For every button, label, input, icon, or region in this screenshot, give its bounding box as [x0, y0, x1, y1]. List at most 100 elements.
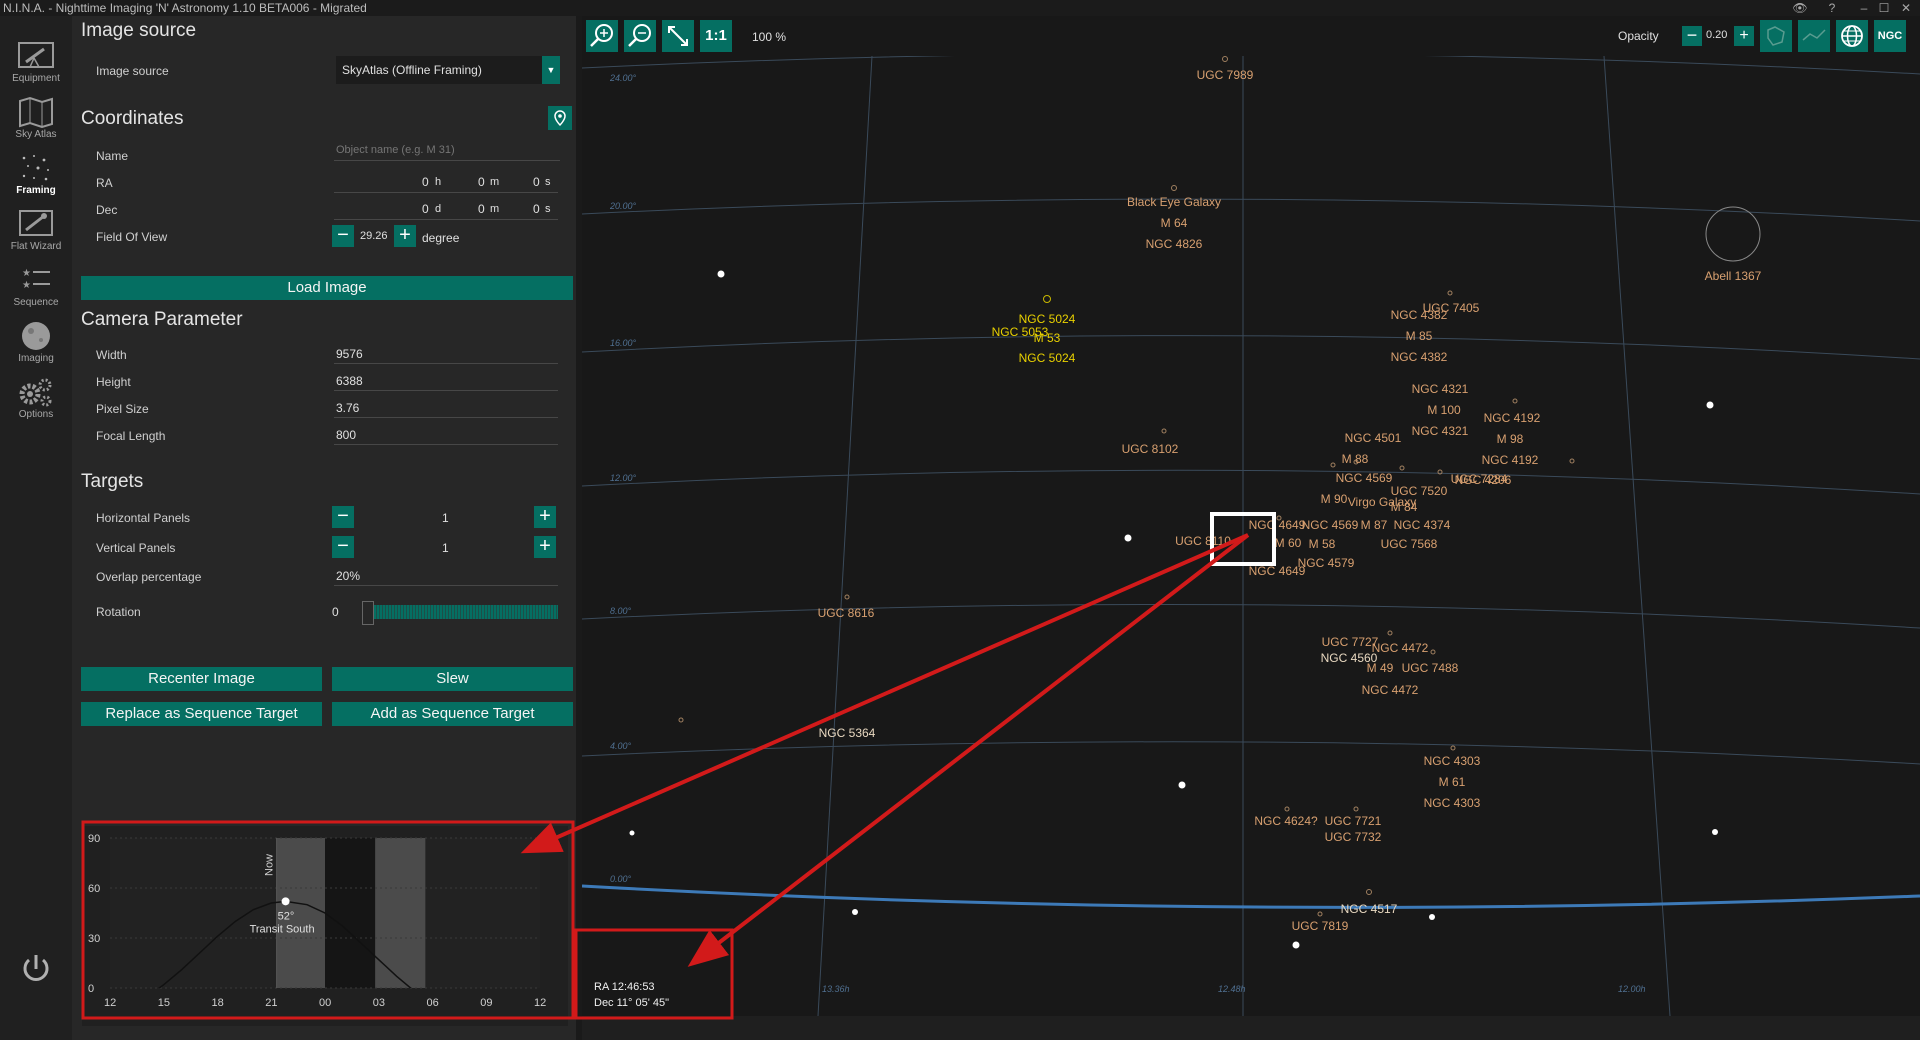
object-label[interactable]: UGC 7727: [1322, 635, 1379, 649]
object-label[interactable]: NGC 5364: [819, 726, 876, 740]
vpanels-increase-button[interactable]: +: [534, 536, 556, 558]
ra-hours-input[interactable]: 0: [422, 175, 429, 189]
object-label[interactable]: UGC 7732: [1325, 830, 1382, 844]
object-label[interactable]: NGC 4206: [1455, 473, 1512, 487]
object-label[interactable]: NGC 5024: [1019, 351, 1076, 365]
hpanels-increase-button[interactable]: +: [534, 506, 556, 528]
object-label[interactable]: M 100: [1427, 403, 1461, 417]
dec-seconds-input[interactable]: 0: [533, 202, 540, 216]
add-sequence-target-button[interactable]: Add as Sequence Target: [332, 702, 573, 726]
nav-imaging[interactable]: Imaging: [0, 314, 72, 370]
power-button[interactable]: [18, 951, 54, 987]
object-label[interactable]: M 49: [1367, 661, 1394, 675]
object-label[interactable]: NGC 4569: [1336, 471, 1393, 485]
opacity-decrease-button[interactable]: −: [1682, 26, 1702, 46]
constellation-lines-toggle[interactable]: [1798, 20, 1830, 52]
ngc-toggle[interactable]: NGC: [1874, 20, 1906, 52]
constellation-boundaries-toggle[interactable]: [1760, 20, 1792, 52]
ra-minutes-input[interactable]: 0: [478, 175, 485, 189]
dec-degrees-input[interactable]: 0: [422, 202, 429, 216]
rotation-value[interactable]: 0: [332, 605, 339, 619]
object-label[interactable]: M 98: [1497, 432, 1524, 446]
close-button[interactable]: ✕: [1894, 0, 1918, 16]
grid-toggle[interactable]: [1836, 20, 1868, 52]
object-label[interactable]: Abell 1367: [1705, 269, 1762, 283]
object-label[interactable]: M 60: [1275, 536, 1302, 550]
width-input[interactable]: 9576: [336, 347, 363, 361]
object-label[interactable]: UGC 8110: [1175, 534, 1231, 548]
object-label[interactable]: NGC 4826: [1146, 237, 1203, 251]
object-label[interactable]: M 85: [1406, 329, 1433, 343]
object-label[interactable]: NGC 4624?: [1254, 814, 1318, 828]
object-label[interactable]: NGC 4472: [1362, 683, 1419, 697]
object-label[interactable]: UGC 7568: [1381, 537, 1438, 551]
object-label[interactable]: NGC 4192: [1484, 411, 1541, 425]
fit-to-screen-button[interactable]: [662, 20, 694, 52]
hpanels-value[interactable]: 1: [442, 511, 449, 525]
slew-button[interactable]: Slew: [332, 667, 573, 691]
object-label[interactable]: M 58: [1309, 537, 1336, 551]
object-label[interactable]: NGC 4374: [1394, 518, 1451, 532]
help-icon[interactable]: ?: [1820, 0, 1844, 16]
object-label[interactable]: NGC 4303: [1424, 796, 1481, 810]
nav-options[interactable]: Options: [0, 370, 72, 426]
pixel-size-input[interactable]: 3.76: [336, 401, 359, 415]
focal-length-input[interactable]: 800: [336, 428, 356, 442]
rotation-slider-thumb[interactable]: [362, 601, 374, 625]
recenter-image-button[interactable]: Recenter Image: [81, 667, 322, 691]
object-label[interactable]: NGC 4192: [1482, 453, 1539, 467]
object-label[interactable]: Black Eye Galaxy: [1127, 195, 1221, 209]
object-name-input[interactable]: [334, 140, 560, 161]
rotation-slider[interactable]: [362, 601, 558, 625]
ra-seconds-input[interactable]: 0: [533, 175, 540, 189]
fov-decrease-button[interactable]: −: [332, 225, 354, 247]
object-label[interactable]: UGC 7488: [1402, 661, 1459, 675]
object-label[interactable]: M 87: [1361, 518, 1388, 532]
nav-flat-wizard[interactable]: Flat Wizard: [0, 202, 72, 258]
object-label[interactable]: NGC 4501: [1345, 431, 1402, 445]
nav-framing[interactable]: Framing: [0, 146, 72, 202]
vpanels-value[interactable]: 1: [442, 541, 449, 555]
sky-map[interactable]: 24.00° 20.00° 16.00° 12.00° 8.00° 4.00° 0.00° …: [581, 16, 1920, 1017]
replace-sequence-target-button[interactable]: Replace as Sequence Target: [81, 702, 322, 726]
object-label[interactable]: NGC 4321: [1412, 424, 1469, 438]
object-label[interactable]: NGC 4649: [1249, 518, 1306, 532]
object-label[interactable]: M 61: [1439, 775, 1466, 789]
opacity-increase-button[interactable]: +: [1734, 26, 1754, 46]
overlap-input[interactable]: 20%: [336, 569, 360, 583]
nav-sequence[interactable]: ★ ★ Sequence: [0, 258, 72, 314]
object-label[interactable]: UGC 7721: [1325, 814, 1382, 828]
object-label[interactable]: M 84: [1391, 500, 1418, 514]
object-label[interactable]: NGC 4569: [1302, 518, 1359, 532]
load-image-button[interactable]: Load Image: [81, 276, 573, 300]
nav-sky-atlas[interactable]: Sky Atlas: [0, 90, 72, 146]
opacity-value[interactable]: 0.20: [1706, 29, 1727, 41]
object-label[interactable]: UGC 7819: [1292, 919, 1349, 933]
object-label[interactable]: NGC 4321: [1412, 382, 1469, 396]
object-label[interactable]: M 88: [1342, 452, 1369, 466]
zoom-out-button[interactable]: [624, 20, 656, 52]
fov-value[interactable]: 29.26: [360, 230, 388, 242]
object-label[interactable]: UGC 8102: [1122, 442, 1179, 456]
fov-increase-button[interactable]: +: [394, 225, 416, 247]
object-label[interactable]: NGC 4382: [1391, 308, 1448, 322]
eye-icon[interactable]: 👁: [1788, 0, 1812, 16]
object-label[interactable]: UGC 8616: [818, 606, 875, 620]
object-label[interactable]: NGC 4649: [1249, 564, 1306, 578]
object-label[interactable]: NGC 4472: [1372, 641, 1429, 655]
sky-map-canvas[interactable]: 24.00°20.00°16.00°12.00°8.00°4.00°0.00° …: [581, 16, 1920, 1017]
image-source-select[interactable]: SkyAtlas (Offline Framing) ▼: [336, 56, 560, 84]
object-label[interactable]: M 53: [1034, 331, 1061, 345]
object-label[interactable]: NGC 4382: [1391, 350, 1448, 364]
chevron-down-icon[interactable]: ▼: [542, 56, 560, 84]
object-label[interactable]: NGC 5024: [1019, 312, 1076, 326]
vpanels-decrease-button[interactable]: −: [332, 536, 354, 558]
maximize-button[interactable]: ☐: [1872, 0, 1896, 16]
object-label[interactable]: NGC 4517: [1341, 902, 1398, 916]
nav-equipment[interactable]: Equipment: [0, 34, 72, 90]
dec-minutes-input[interactable]: 0: [478, 202, 485, 216]
height-input[interactable]: 6388: [336, 374, 363, 388]
hpanels-decrease-button[interactable]: −: [332, 506, 354, 528]
zoom-in-button[interactable]: [586, 20, 618, 52]
location-pin-button[interactable]: [548, 106, 572, 130]
